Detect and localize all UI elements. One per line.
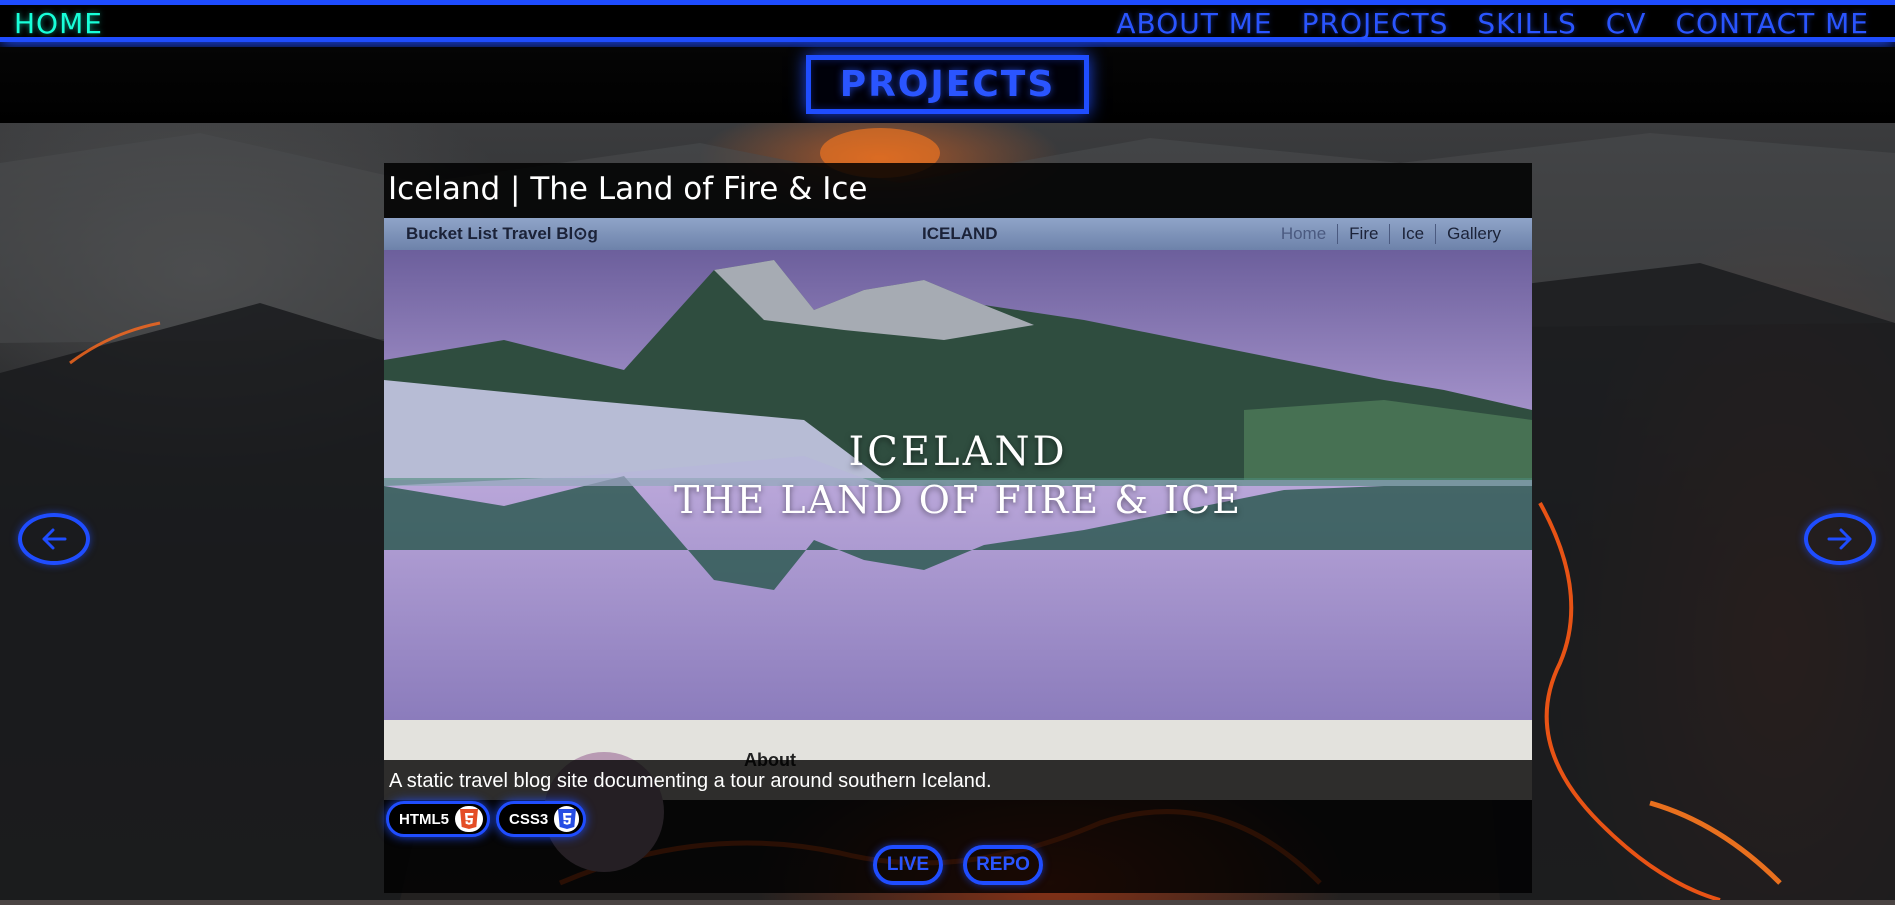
- repo-button[interactable]: REPO: [963, 845, 1043, 885]
- nav-link-about-me[interactable]: ABOUT ME: [1116, 7, 1272, 40]
- page-title-box: PROJECTS: [806, 55, 1089, 114]
- nav-link-cv[interactable]: CV: [1606, 7, 1647, 40]
- preview-hero: ICELAND THE LAND OF FIRE & ICE: [384, 250, 1532, 720]
- tech-badge-label: HTML5: [399, 810, 449, 828]
- nav-links: ABOUT ME PROJECTS SKILLS CV CONTACT ME: [1116, 7, 1869, 40]
- preview-link-gallery: Gallery: [1435, 224, 1512, 244]
- top-nav: HOME ABOUT ME PROJECTS SKILLS CV CONTACT…: [0, 5, 1895, 42]
- nav-link-skills[interactable]: SKILLS: [1477, 7, 1576, 40]
- preview-link-home: Home: [1280, 224, 1327, 243]
- nav-link-projects[interactable]: PROJECTS: [1302, 7, 1449, 40]
- project-title: Iceland | The Land of Fire & Ice: [388, 171, 868, 207]
- preview-nav: Bucket List Travel Bl⊙g ICELAND Home Fir…: [384, 218, 1532, 250]
- carousel-prev-button[interactable]: [18, 513, 90, 565]
- preview-brand: Bucket List Travel Bl⊙g: [406, 224, 598, 243]
- tech-badge-css3: CSS3: [496, 801, 586, 837]
- project-description: A static travel blog site documenting a …: [389, 770, 992, 792]
- preview-center-title: ICELAND: [922, 224, 998, 243]
- hero-line-2: THE LAND OF FIRE & ICE: [674, 478, 1242, 522]
- project-title-bar: Iceland | The Land of Fire & Ice: [384, 163, 1532, 218]
- live-button[interactable]: LIVE: [873, 845, 943, 885]
- tech-badge-html5: HTML5: [386, 801, 490, 837]
- carousel-next-button[interactable]: [1804, 513, 1876, 565]
- page-title: PROJECTS: [839, 64, 1056, 105]
- arrow-left-icon: [42, 528, 67, 550]
- css3-icon: [554, 806, 579, 832]
- html5-icon: [455, 806, 483, 832]
- nav-home-link[interactable]: HOME: [14, 7, 103, 40]
- preview-link-fire: Fire: [1337, 224, 1389, 244]
- hero-line-1: ICELAND: [848, 429, 1068, 475]
- tech-badge-label: CSS3: [509, 810, 549, 828]
- preview-link-ice: Ice: [1389, 224, 1435, 244]
- project-info-panel: A static travel blog site documenting a …: [384, 760, 1532, 893]
- arrow-right-icon: [1827, 528, 1852, 550]
- preview-links: Home Fire Ice Gallery: [1270, 224, 1512, 244]
- nav-link-contact-me[interactable]: CONTACT ME: [1675, 7, 1869, 40]
- project-card: Iceland | The Land of Fire & Ice Bucket …: [384, 163, 1532, 893]
- preview-hero-text: ICELAND THE LAND OF FIRE & ICE: [384, 428, 1532, 524]
